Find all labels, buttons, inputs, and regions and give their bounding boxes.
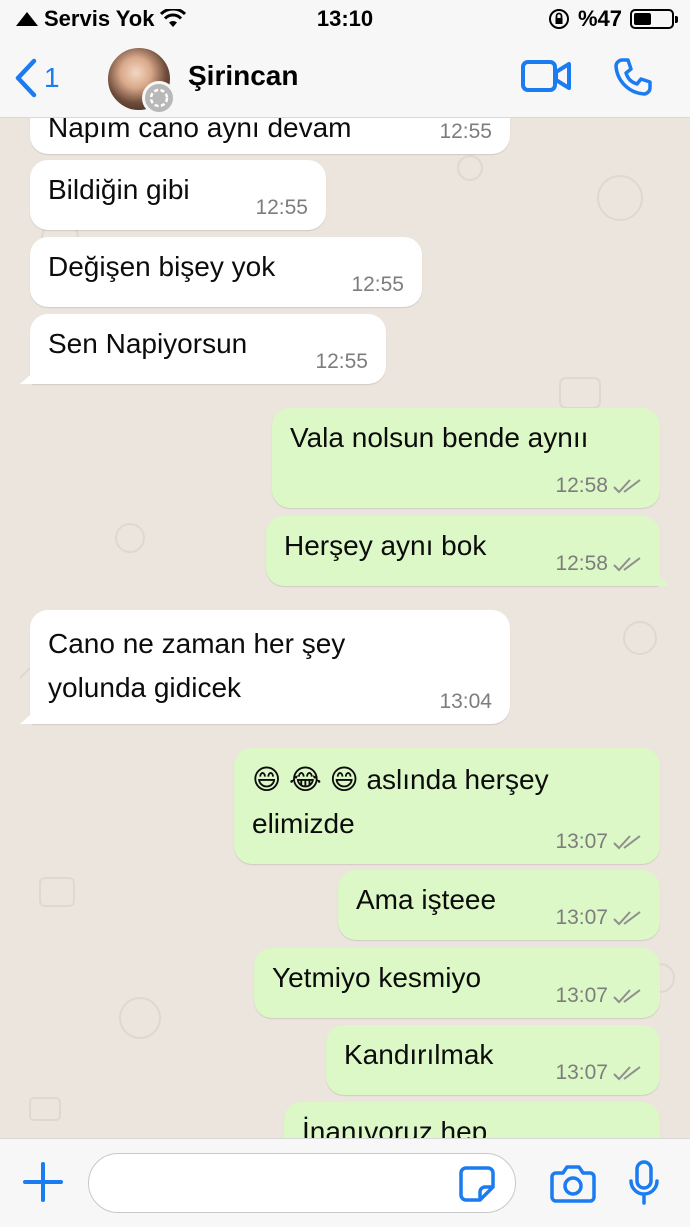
message-bubble-outgoing[interactable]: Ama işteee 13:07 [338,870,660,940]
message-text: İnanıyoruz hep [302,1116,488,1138]
lock-rotation-icon [548,9,569,29]
message-bubble-outgoing[interactable]: 😄 😂 😄 aslında herşey elimizde 13:07 [234,748,660,864]
message-text: Napım cano aynı devam [48,118,352,143]
back-chevron-icon [15,58,37,98]
plus-icon [23,1162,63,1202]
message-bubble-outgoing[interactable]: İnanıyoruz hep [284,1102,660,1138]
double-check-icon [613,1066,641,1081]
double-check-icon [613,989,641,1004]
message-time: 13:04 [439,690,492,713]
video-call-button[interactable] [520,58,572,99]
camera-icon [550,1165,596,1203]
message-time: 13:07 [555,984,642,1008]
message-text: Cano ne zaman her şey yolunda gidicek [48,628,346,703]
emoji-grin: 😄 [329,764,359,795]
message-bubble-outgoing[interactable]: Herşey aynı bok 12:58 [266,516,670,586]
message-bubble-outgoing[interactable]: Vala nolsun bende aynıı 12:58 [272,408,660,508]
composer-bar [0,1138,690,1227]
message-time: 13:07 [555,830,642,854]
message-time: 12:55 [351,273,404,296]
message-time: 12:58 [555,474,642,498]
battery-percent: %47 [577,6,622,31]
attach-button[interactable] [22,1161,64,1208]
emoji-grin: 😄 [252,764,282,795]
double-check-icon [613,911,641,926]
message-time: 12:55 [439,120,492,143]
message-list[interactable]: Napım cano aynı devam 12:55 Bildiğin gib… [0,118,690,1138]
emoji-joy: 😂 [288,764,322,795]
sticker-icon [459,1166,495,1202]
double-check-icon [613,835,641,850]
unread-count: 1 [44,62,60,93]
chat-header: 1 Şirincan [0,38,690,118]
message-bubble-outgoing[interactable]: Kandırılmak 13:07 [326,1025,660,1095]
message-bubble-incoming[interactable]: Bildiğin gibi 12:55 [30,160,326,230]
message-bubble-outgoing[interactable]: Yetmiyo kesmiyo 13:07 [254,948,660,1018]
voice-call-button[interactable] [612,56,654,103]
message-time: 12:55 [255,196,308,219]
back-button[interactable]: 1 [14,58,60,98]
double-check-icon [613,479,641,494]
status-right: %47 [548,6,678,32]
battery-icon [630,9,678,29]
status-ring-icon [142,81,176,115]
video-call-icon [521,60,571,92]
microphone-icon [629,1160,659,1205]
microphone-button[interactable] [628,1159,660,1212]
double-check-icon [613,557,641,572]
message-bubble-incoming[interactable]: Sen Napiyorsun 12:55 [20,314,386,384]
message-bubble-incoming[interactable]: Cano ne zaman her şey yolunda gidicek 13… [20,610,510,724]
battery-level [634,13,651,25]
camera-button[interactable] [550,1163,596,1208]
phone-icon [614,58,652,96]
message-time: 12:58 [555,552,642,576]
message-time: 13:07 [555,1061,642,1085]
message-bubble-incoming[interactable]: Napım cano aynı devam 12:55 [30,118,510,154]
message-text: Vala nolsun bende aynıı [290,422,589,453]
message-time: 13:07 [555,906,642,930]
sticker-button[interactable] [458,1165,496,1208]
status-bar: Servis Yok 13:10 %47 [0,0,690,38]
message-input[interactable] [88,1153,516,1213]
message-time: 12:55 [315,350,368,373]
contact-name[interactable]: Şirincan [188,60,298,92]
message-bubble-incoming[interactable]: Değişen bişey yok 12:55 [30,237,422,307]
